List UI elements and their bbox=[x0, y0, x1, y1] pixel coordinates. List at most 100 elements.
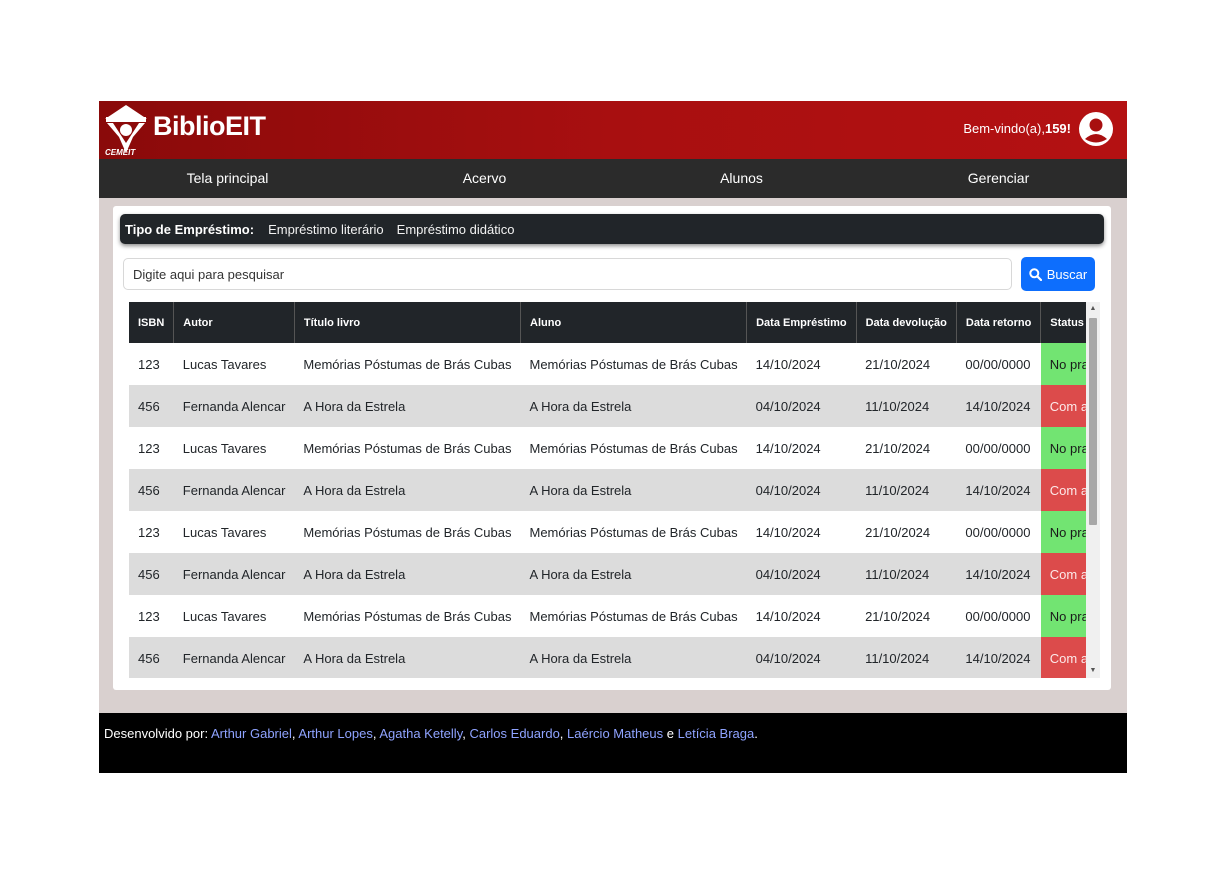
nav-acervo[interactable]: Acervo bbox=[356, 159, 613, 198]
author-link[interactable]: Laércio Matheus bbox=[567, 726, 663, 741]
loan-type-label: Tipo de Empréstimo: bbox=[125, 221, 255, 237]
cell-isbn: 456 bbox=[138, 398, 160, 414]
cell-autor: Fernanda Alencar bbox=[182, 566, 286, 582]
header-titulo[interactable]: Título livro bbox=[294, 302, 522, 343]
cell-aluno: Memórias Póstumas de Brás Cubas bbox=[529, 608, 738, 624]
loan-type-literario[interactable]: Empréstimo literário bbox=[268, 222, 384, 237]
cell-titulo: Memórias Póstumas de Brás Cubas bbox=[303, 608, 512, 624]
cell-data-retorno: 14/10/2024 bbox=[965, 482, 1031, 498]
author-link[interactable]: Letícia Braga bbox=[678, 726, 755, 741]
table-row[interactable]: 456 Fernanda Alencar A Hora da Estrela A Ho… bbox=[129, 469, 1098, 511]
footer-end: . bbox=[754, 726, 758, 741]
footer-credits: Desenvolvido por: Arthur Gabriel, Arthur… bbox=[104, 726, 758, 741]
cell-titulo: Memórias Póstumas de Brás Cubas bbox=[303, 440, 512, 456]
cell-data-retorno: 14/10/2024 bbox=[965, 650, 1031, 666]
cell-isbn: 456 bbox=[138, 566, 160, 582]
scroll-down-arrow-icon[interactable]: ▼ bbox=[1089, 666, 1097, 676]
cell-data-emprestimo: 04/10/2024 bbox=[755, 398, 821, 414]
search-button-label: Buscar bbox=[1046, 266, 1088, 282]
cell-data-retorno: 00/00/0000 bbox=[965, 356, 1031, 372]
table-body: 123 Lucas Tavares Memórias Póstumas de Brá… bbox=[129, 343, 1098, 678]
cell-data-devolucao: 11/10/2024 bbox=[865, 482, 930, 498]
table-row[interactable]: 123 Lucas Tavares Memórias Póstumas de Brá… bbox=[129, 427, 1098, 469]
logo-text: CEMEIT bbox=[105, 148, 136, 157]
cell-titulo: A Hora da Estrela bbox=[303, 482, 406, 498]
welcome-message: Bem-vindo(a),159! bbox=[963, 121, 1071, 136]
loans-table-container[interactable]: ISBN Autor Título livro Aluno Data Empré… bbox=[129, 302, 1098, 678]
cell-data-devolucao: 11/10/2024 bbox=[865, 566, 930, 582]
loans-table: ISBN Autor Título livro Aluno Data Empré… bbox=[129, 302, 1098, 678]
cell-autor: Fernanda Alencar bbox=[182, 650, 286, 666]
nav-tela-principal[interactable]: Tela principal bbox=[99, 159, 356, 198]
author-link[interactable]: Arthur Gabriel bbox=[211, 726, 292, 741]
cell-data-retorno: 14/10/2024 bbox=[965, 566, 1031, 582]
author-link[interactable]: Carlos Eduardo bbox=[469, 726, 559, 741]
search-button[interactable]: Buscar bbox=[1021, 257, 1095, 291]
loan-type-filter: Tipo de Empréstimo: Empréstimo literário… bbox=[120, 214, 1104, 244]
cell-aluno: A Hora da Estrela bbox=[529, 650, 632, 666]
table-header-row: ISBN Autor Título livro Aluno Data Empré… bbox=[129, 302, 1098, 343]
user-avatar-icon[interactable] bbox=[1079, 112, 1113, 146]
cell-autor: Lucas Tavares bbox=[182, 524, 267, 540]
welcome-user: 159! bbox=[1044, 121, 1071, 136]
table-scrollbar[interactable]: ▲ ▼ bbox=[1086, 302, 1100, 678]
cell-data-devolucao: 21/10/2024 bbox=[865, 440, 931, 456]
author-separator: , bbox=[559, 726, 568, 741]
cell-titulo: A Hora da Estrela bbox=[303, 650, 406, 666]
cell-aluno: Memórias Póstumas de Brás Cubas bbox=[529, 524, 738, 540]
footer: Desenvolvido por: Arthur Gabriel, Arthur… bbox=[99, 713, 1127, 773]
brand-title[interactable]: BiblioEIT bbox=[153, 111, 266, 142]
cell-data-emprestimo: 14/10/2024 bbox=[755, 608, 821, 624]
scroll-thumb[interactable] bbox=[1089, 318, 1097, 525]
header-data-devolucao[interactable]: Data devolução bbox=[856, 302, 957, 343]
author-link[interactable]: Agatha Ketelly bbox=[379, 726, 462, 741]
app-window: CEMEIT BiblioEIT Bem-vindo(a),159! Tela … bbox=[99, 101, 1127, 773]
nav-gerenciar[interactable]: Gerenciar bbox=[870, 159, 1127, 198]
cell-data-devolucao: 21/10/2024 bbox=[865, 524, 931, 540]
cell-data-retorno: 14/10/2024 bbox=[965, 398, 1031, 414]
welcome-prefix: Bem-vindo(a), bbox=[963, 121, 1045, 136]
nav-alunos[interactable]: Alunos bbox=[613, 159, 870, 198]
cell-isbn: 123 bbox=[138, 524, 160, 540]
author-link[interactable]: Arthur Lopes bbox=[298, 726, 372, 741]
cell-isbn: 123 bbox=[138, 356, 160, 372]
cell-data-retorno: 00/00/0000 bbox=[965, 524, 1031, 540]
table-row[interactable]: 123 Lucas Tavares Memórias Póstumas de Brá… bbox=[129, 343, 1098, 385]
cell-data-retorno: 00/00/0000 bbox=[965, 608, 1031, 624]
cell-autor: Fernanda Alencar bbox=[182, 398, 286, 414]
header-data-emprestimo[interactable]: Data Empréstimo bbox=[746, 302, 857, 343]
cell-aluno: Memórias Póstumas de Brás Cubas bbox=[529, 356, 738, 372]
table-row[interactable]: 456 Fernanda Alencar A Hora da Estrela A Ho… bbox=[129, 385, 1098, 427]
cell-data-devolucao: 21/10/2024 bbox=[865, 356, 931, 372]
cell-isbn: 456 bbox=[138, 482, 160, 498]
header-autor[interactable]: Autor bbox=[173, 302, 295, 343]
cell-data-emprestimo: 04/10/2024 bbox=[755, 482, 821, 498]
cell-aluno: A Hora da Estrela bbox=[529, 482, 632, 498]
scroll-up-arrow-icon[interactable]: ▲ bbox=[1089, 304, 1097, 314]
cell-titulo: Memórias Póstumas de Brás Cubas bbox=[303, 356, 512, 372]
table-row[interactable]: 456 Fernanda Alencar A Hora da Estrela A Ho… bbox=[129, 637, 1098, 678]
table-row[interactable]: 123 Lucas Tavares Memórias Póstumas de Brá… bbox=[129, 595, 1098, 637]
loans-panel: Tipo de Empréstimo: Empréstimo literário… bbox=[113, 206, 1111, 690]
cell-data-devolucao: 11/10/2024 bbox=[865, 650, 930, 666]
cell-data-emprestimo: 04/10/2024 bbox=[755, 566, 821, 582]
table-row[interactable]: 123 Lucas Tavares Memórias Póstumas de Brá… bbox=[129, 511, 1098, 553]
loan-type-didatico[interactable]: Empréstimo didático bbox=[397, 222, 515, 237]
cell-data-devolucao: 11/10/2024 bbox=[865, 398, 930, 414]
cell-autor: Lucas Tavares bbox=[182, 356, 267, 372]
header-data-retorno[interactable]: Data retorno bbox=[956, 302, 1042, 343]
header-bar: CEMEIT BiblioEIT Bem-vindo(a),159! bbox=[99, 101, 1127, 159]
header-isbn[interactable]: ISBN bbox=[129, 302, 175, 343]
header-aluno[interactable]: Aluno bbox=[520, 302, 748, 343]
cell-autor: Lucas Tavares bbox=[182, 608, 267, 624]
footer-prefix: Desenvolvido por: bbox=[104, 726, 209, 741]
table-row[interactable]: 456 Fernanda Alencar A Hora da Estrela A Ho… bbox=[129, 553, 1098, 595]
cell-data-emprestimo: 14/10/2024 bbox=[755, 356, 821, 372]
cell-titulo: A Hora da Estrela bbox=[303, 398, 406, 414]
cell-autor: Fernanda Alencar bbox=[182, 482, 286, 498]
cell-isbn: 456 bbox=[138, 650, 160, 666]
cell-autor: Lucas Tavares bbox=[182, 440, 267, 456]
cemeit-logo[interactable]: CEMEIT bbox=[103, 103, 149, 157]
cell-titulo: A Hora da Estrela bbox=[303, 566, 406, 582]
search-input[interactable] bbox=[123, 258, 1012, 290]
